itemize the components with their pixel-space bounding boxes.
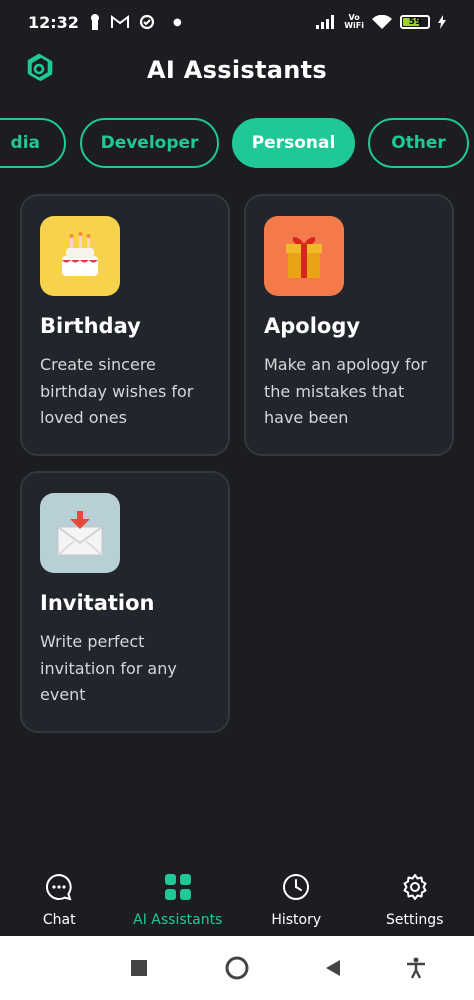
charging-icon	[438, 15, 446, 29]
triangle-back-icon	[326, 960, 340, 976]
app-header: AI Assistants	[0, 44, 474, 96]
system-navigation-bar	[0, 936, 474, 1000]
tab-developer[interactable]: Developer	[80, 118, 219, 168]
data-saver-icon	[139, 14, 155, 30]
status-time: 12:32	[28, 12, 79, 32]
accessibility-button[interactable]	[404, 956, 428, 980]
nav-label: Settings	[386, 912, 444, 928]
tab-label: Developer	[100, 133, 199, 153]
tab-media[interactable]: dia	[0, 118, 66, 168]
card-title: Apology	[264, 314, 361, 338]
circle-icon	[225, 956, 249, 980]
category-tabs: dia Developer Personal Other	[0, 118, 474, 168]
card-description: Write perfect invitation for any event	[40, 632, 177, 704]
back-button[interactable]	[321, 956, 345, 980]
keyhole-icon	[90, 14, 99, 30]
tab-label: Personal	[251, 133, 336, 153]
card-title: Birthday	[40, 314, 141, 338]
assistant-card-apology[interactable]: Apology Make an apology for the mistakes…	[244, 194, 454, 456]
tab-label: Other	[391, 133, 446, 153]
accessibility-icon	[407, 957, 425, 979]
nav-label: Chat	[42, 912, 76, 928]
card-description: Make an apology for the mistakes that ha…	[264, 355, 427, 427]
home-button[interactable]	[225, 956, 249, 980]
wifi-icon	[372, 15, 392, 29]
assistant-card-invitation[interactable]: Invitation Write perfect invitation for …	[20, 471, 230, 733]
tab-label: dia	[10, 133, 40, 153]
nav-settings[interactable]: Settings	[356, 862, 474, 936]
status-bar: 12:32 ● Vo WiFi 59	[0, 0, 474, 44]
square-icon	[131, 960, 147, 976]
clock-icon	[281, 872, 311, 902]
assistant-card-birthday[interactable]: Birthday Create sincere birthday wishes …	[20, 194, 230, 456]
tab-personal[interactable]: Personal	[232, 118, 355, 168]
page-title: AI Assistants	[147, 56, 327, 84]
gmail-icon	[110, 15, 129, 28]
card-title: Invitation	[40, 591, 155, 615]
battery-indicator: 59	[400, 15, 430, 29]
nav-ai-assistants[interactable]: AI Assistants	[119, 862, 238, 936]
nav-label: AI Assistants	[133, 912, 223, 928]
signal-icon	[316, 15, 335, 29]
nav-chat[interactable]: Chat	[0, 862, 119, 936]
nav-label: History	[271, 912, 322, 928]
gear-icon	[400, 872, 430, 902]
nav-history[interactable]: History	[237, 862, 356, 936]
volte-indicator: Vo WiFi	[344, 14, 364, 30]
grid-icon	[163, 872, 193, 902]
gift-icon	[264, 216, 344, 296]
chat-bubble-icon	[44, 872, 74, 902]
battery-level: 59	[408, 17, 422, 27]
volte-bottom: WiFi	[344, 21, 364, 30]
openai-logo-icon[interactable]	[22, 52, 56, 86]
card-description: Create sincere birthday wishes for loved…	[40, 355, 194, 427]
dot-icon: ●	[172, 16, 182, 28]
recent-apps-button[interactable]	[127, 956, 151, 980]
envelope-icon	[40, 493, 120, 573]
tab-other[interactable]: Other	[368, 118, 469, 168]
bottom-navigation: Chat AI Assistants History Settings	[0, 862, 474, 936]
birthday-cake-icon	[40, 216, 120, 296]
